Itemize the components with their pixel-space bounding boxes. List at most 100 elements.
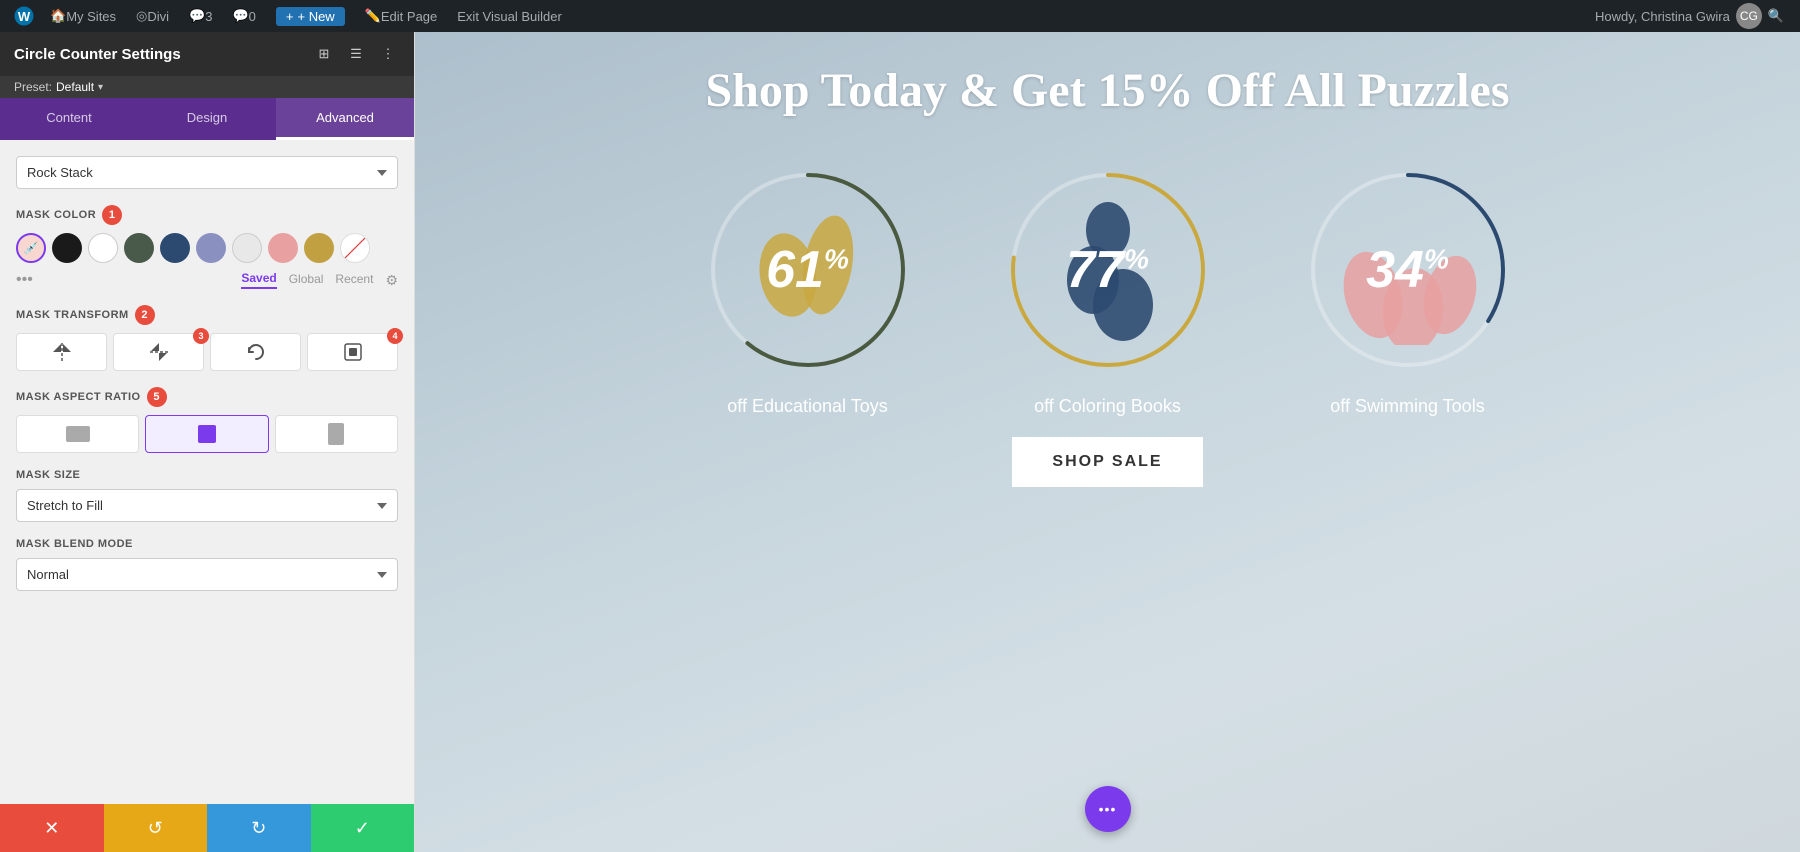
more-icon[interactable]: ⋮: [376, 42, 400, 66]
preset-name: Default: [56, 80, 94, 94]
divi-icon: ◎: [136, 8, 147, 24]
aspect-wide-btn[interactable]: [16, 415, 139, 453]
color-swatch-green[interactable]: [124, 233, 154, 263]
dots-icon[interactable]: •••: [16, 271, 33, 289]
columns-icon[interactable]: ☰: [344, 42, 368, 66]
chevron-down-icon[interactable]: ▾: [98, 82, 103, 93]
header-icons: ⊞ ☰ ⋮: [312, 42, 400, 66]
color-swatch-white[interactable]: [88, 233, 118, 263]
mask-size-select[interactable]: Stretch to Fill Fit Cover: [16, 489, 398, 522]
badge-1: 1: [102, 205, 122, 225]
new-menu[interactable]: + + New: [266, 0, 355, 32]
flip-horizontal-btn[interactable]: [16, 333, 107, 371]
settings-icon[interactable]: ⚙: [385, 272, 398, 289]
circles-row: 61% off Educational Toys: [698, 160, 1518, 417]
reset-btn[interactable]: 4: [307, 333, 398, 371]
edit-page-btn[interactable]: ✏️ Edit Page: [355, 0, 448, 32]
aspect-wide-shape: [66, 426, 90, 442]
preset-label: Preset:: [14, 80, 52, 94]
user-menu[interactable]: Howdy, Christina Gwira CG 🔍: [1587, 3, 1792, 29]
notifications-menu[interactable]: 💬 0: [222, 0, 265, 32]
edit-icon: ✏️: [365, 8, 381, 24]
color-tabs: ••• Saved Global Recent ⚙: [16, 271, 398, 289]
panel-header: Circle Counter Settings ⊞ ☰ ⋮: [0, 32, 414, 76]
main-area: Circle Counter Settings ⊞ ☰ ⋮ Preset: De…: [0, 32, 1800, 852]
transform-grid: 3 4: [16, 333, 398, 371]
circle-container-3: 34%: [1298, 160, 1518, 380]
color-swatch-black[interactable]: [52, 233, 82, 263]
circle-pct-3: 34%: [1366, 244, 1449, 296]
mask-transform-label: Mask Transform 2: [16, 305, 398, 325]
aspect-square-btn[interactable]: [145, 415, 268, 453]
color-swatch-blue[interactable]: [160, 233, 190, 263]
circle-item-3: 34% off Swimming Tools: [1298, 160, 1518, 417]
pin-icon[interactable]: ⊞: [312, 42, 336, 66]
panel-content: Rock Stack Mask Color 1 💉: [0, 140, 414, 804]
color-swatch-gold[interactable]: [304, 233, 334, 263]
saved-tab[interactable]: Saved: [241, 271, 276, 289]
color-swatch-lavender[interactable]: [196, 233, 226, 263]
color-swatch-pink[interactable]: [268, 233, 298, 263]
badge-5: 5: [147, 387, 167, 407]
aspect-grid: [16, 415, 398, 453]
eyedropper-swatch[interactable]: 💉: [16, 233, 46, 263]
tab-bar: Content Design Advanced: [0, 98, 414, 140]
badge-3: 3: [193, 328, 209, 344]
divi-menu[interactable]: ◎ Divi: [126, 0, 179, 32]
notification-icon: 💬: [232, 8, 248, 24]
home-icon: 🏠: [50, 8, 66, 24]
recent-tab[interactable]: Recent: [335, 272, 373, 288]
mask-size-section: Mask Size Stretch to Fill Fit Cover: [16, 469, 398, 522]
rotate-btn[interactable]: [210, 333, 301, 371]
mask-blend-label: Mask Blend Mode: [16, 538, 398, 550]
mask-size-label: Mask Size: [16, 469, 398, 481]
tab-content[interactable]: Content: [0, 98, 138, 140]
wp-logo[interactable]: W: [8, 0, 40, 32]
mask-color-label: Mask Color 1: [16, 205, 398, 225]
mask-blend-select[interactable]: Normal Multiply Screen Overlay: [16, 558, 398, 591]
exit-visual-builder-btn[interactable]: Exit Visual Builder: [447, 0, 572, 32]
global-tab[interactable]: Global: [289, 272, 324, 288]
panel-title: Circle Counter Settings: [14, 46, 181, 63]
undo-icon: ↺: [148, 818, 163, 839]
circle-inner-2: 77%: [998, 160, 1218, 380]
circle-item-2: 77% off Coloring Books: [998, 160, 1218, 417]
shop-sale-button[interactable]: SHOP SALE: [1012, 437, 1202, 487]
font-select[interactable]: Rock Stack: [16, 156, 398, 189]
save-icon: ✓: [355, 818, 370, 839]
cancel-button[interactable]: ✕: [0, 804, 104, 852]
color-swatch-lightgray[interactable]: [232, 233, 262, 263]
font-select-row: Rock Stack: [16, 156, 398, 189]
circle-label-2: off Coloring Books: [1034, 396, 1181, 417]
plus-icon: +: [286, 9, 294, 24]
tab-advanced[interactable]: Advanced: [276, 98, 414, 140]
my-sites-menu[interactable]: 🏠 My Sites: [40, 0, 126, 32]
circle-label-1: off Educational Toys: [727, 396, 887, 417]
circle-inner-3: 34%: [1298, 160, 1518, 380]
circle-inner-1: 61%: [698, 160, 918, 380]
circle-item-1: 61% off Educational Toys: [698, 160, 918, 417]
undo-button[interactable]: ↺: [104, 804, 208, 852]
svg-text:W: W: [18, 9, 31, 24]
shop-sale-section: SHOP SALE: [1012, 437, 1202, 487]
redo-icon: ↻: [251, 818, 266, 839]
flip-vertical-btn[interactable]: 3: [113, 333, 204, 371]
color-swatches: 💉: [16, 233, 398, 263]
color-swatch-slash[interactable]: [340, 233, 370, 263]
panel-footer: ✕ ↺ ↻ ✓: [0, 804, 414, 852]
comments-menu[interactable]: 💬 3: [179, 0, 222, 32]
wp-admin-bar: W 🏠 My Sites ◎ Divi 💬 3 💬 0 + + New ✏️ E…: [0, 0, 1800, 32]
settings-panel: Circle Counter Settings ⊞ ☰ ⋮ Preset: De…: [0, 32, 415, 852]
aspect-square-shape: [198, 425, 216, 443]
mask-transform-section: Mask Transform 2 3: [16, 305, 398, 371]
circle-label-3: off Swimming Tools: [1330, 396, 1484, 417]
page-content-area: Shop Today & Get 15% Off All Puzzles: [415, 32, 1800, 852]
eyedropper-icon: 💉: [24, 241, 39, 255]
aspect-tall-btn[interactable]: [275, 415, 398, 453]
redo-button[interactable]: ↻: [207, 804, 311, 852]
tab-design[interactable]: Design: [138, 98, 276, 140]
save-button[interactable]: ✓: [311, 804, 415, 852]
divi-fab-button[interactable]: •••: [1085, 786, 1131, 832]
badge-2: 2: [135, 305, 155, 325]
promo-banner: Shop Today & Get 15% Off All Puzzles: [685, 32, 1529, 140]
